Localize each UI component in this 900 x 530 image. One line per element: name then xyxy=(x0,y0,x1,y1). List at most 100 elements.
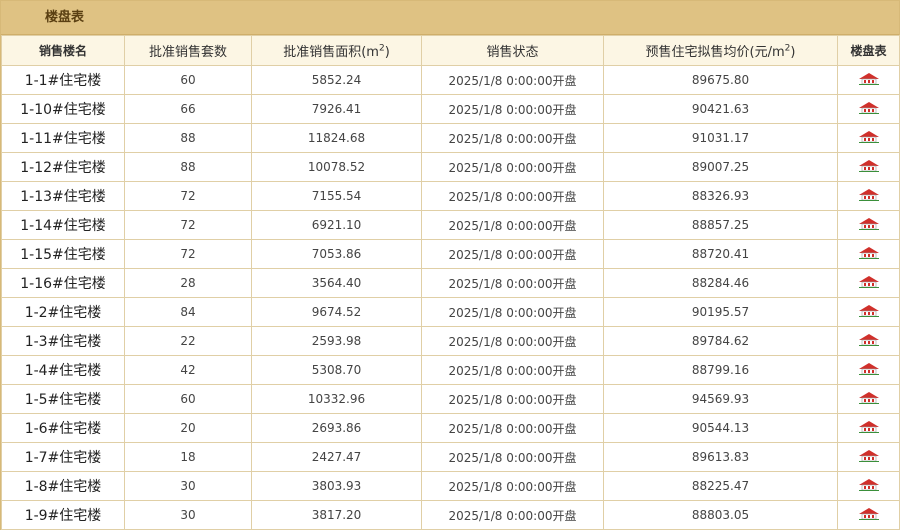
floor-plan-cell[interactable] xyxy=(837,123,900,153)
table-row: 1-5#住宅楼 60 10332.96 2025/1/8 0:00:00开盘 94569… xyxy=(1,384,900,414)
approved-area-cell: 2593.98 xyxy=(251,326,422,356)
table-row: 1-11#住宅楼 88 11824.68 2025/1/8 0:00:00开盘 9103… xyxy=(1,123,900,153)
floor-plan-cell[interactable] xyxy=(837,268,900,298)
table-row: 1-12#住宅楼 88 10078.52 2025/1/8 0:00:00开盘 8900… xyxy=(1,152,900,182)
house-icon[interactable] xyxy=(858,507,880,523)
house-icon[interactable] xyxy=(858,188,880,204)
building-name-link[interactable]: 1-16#住宅楼 xyxy=(1,268,125,298)
sales-table: 销售楼名 批准销售套数 批准销售面积(m2) 销售状态 预售住宅拟售均价(元/m… xyxy=(1,35,900,530)
avg-price-cell: 89784.62 xyxy=(603,326,838,356)
header-approved-units: 批准销售套数 xyxy=(124,35,252,66)
table-row: 1-2#住宅楼 84 9674.52 2025/1/8 0:00:00开盘 90195.… xyxy=(1,297,900,327)
avg-price-cell: 91031.17 xyxy=(603,123,838,153)
floor-plan-cell[interactable] xyxy=(837,471,900,501)
approved-area-cell: 9674.52 xyxy=(251,297,422,327)
approved-area-cell: 3564.40 xyxy=(251,268,422,298)
building-name-link[interactable]: 1-11#住宅楼 xyxy=(1,123,125,153)
floor-plan-cell[interactable] xyxy=(837,94,900,124)
building-name-link[interactable]: 1-10#住宅楼 xyxy=(1,94,125,124)
sales-status-cell: 2025/1/8 0:00:00开盘 xyxy=(421,239,604,269)
floor-plan-cell[interactable] xyxy=(837,326,900,356)
table-row: 1-16#住宅楼 28 3564.40 2025/1/8 0:00:00开盘 88284… xyxy=(1,268,900,298)
avg-price-cell: 94569.93 xyxy=(603,384,838,414)
header-floor-plan: 楼盘表 xyxy=(837,35,900,66)
building-list-panel: 楼盘表 销售楼名 批准销售套数 批准销售面积(m2) 销售状态 预售住宅拟售均价… xyxy=(0,0,900,530)
house-icon[interactable] xyxy=(858,130,880,146)
floor-plan-cell[interactable] xyxy=(837,442,900,472)
sales-status-cell: 2025/1/8 0:00:00开盘 xyxy=(421,65,604,95)
building-name-link[interactable]: 1-15#住宅楼 xyxy=(1,239,125,269)
approved-area-cell: 5852.24 xyxy=(251,65,422,95)
building-name-link[interactable]: 1-9#住宅楼 xyxy=(1,500,125,530)
approved-area-cell: 2427.47 xyxy=(251,442,422,472)
building-name-link[interactable]: 1-4#住宅楼 xyxy=(1,355,125,385)
table-body: 1-1#住宅楼 60 5852.24 2025/1/8 0:00:00开盘 89675.… xyxy=(1,65,900,530)
avg-price-cell: 89675.80 xyxy=(603,65,838,95)
header-avg-price: 预售住宅拟售均价(元/m2) xyxy=(603,35,838,66)
house-icon[interactable] xyxy=(858,333,880,349)
house-icon[interactable] xyxy=(858,217,880,233)
building-name-link[interactable]: 1-3#住宅楼 xyxy=(1,326,125,356)
approved-area-cell: 7155.54 xyxy=(251,181,422,211)
building-name-link[interactable]: 1-6#住宅楼 xyxy=(1,413,125,443)
floor-plan-cell[interactable] xyxy=(837,65,900,95)
house-icon[interactable] xyxy=(858,362,880,378)
house-icon[interactable] xyxy=(858,391,880,407)
sales-status-cell: 2025/1/8 0:00:00开盘 xyxy=(421,152,604,182)
floor-plan-cell[interactable] xyxy=(837,181,900,211)
floor-plan-cell[interactable] xyxy=(837,355,900,385)
table-row: 1-14#住宅楼 72 6921.10 2025/1/8 0:00:00开盘 88857… xyxy=(1,210,900,240)
house-icon[interactable] xyxy=(858,72,880,88)
sales-status-cell: 2025/1/8 0:00:00开盘 xyxy=(421,123,604,153)
building-name-link[interactable]: 1-5#住宅楼 xyxy=(1,384,125,414)
building-name-link[interactable]: 1-8#住宅楼 xyxy=(1,471,125,501)
table-row: 1-9#住宅楼 30 3817.20 2025/1/8 0:00:00开盘 88803.… xyxy=(1,500,900,530)
approved-units-cell: 30 xyxy=(124,471,252,501)
floor-plan-cell[interactable] xyxy=(837,384,900,414)
house-icon[interactable] xyxy=(858,159,880,175)
avg-price-cell: 88857.25 xyxy=(603,210,838,240)
panel-title: 楼盘表 xyxy=(1,1,899,35)
house-icon[interactable] xyxy=(858,101,880,117)
avg-price-cell: 90195.57 xyxy=(603,297,838,327)
sales-status-cell: 2025/1/8 0:00:00开盘 xyxy=(421,94,604,124)
floor-plan-cell[interactable] xyxy=(837,239,900,269)
floor-plan-cell[interactable] xyxy=(837,297,900,327)
header-building-name: 销售楼名 xyxy=(1,35,125,66)
header-approved-area: 批准销售面积(m2) xyxy=(251,35,422,66)
approved-area-cell: 2693.86 xyxy=(251,413,422,443)
floor-plan-cell[interactable] xyxy=(837,210,900,240)
house-icon[interactable] xyxy=(858,246,880,262)
floor-plan-cell[interactable] xyxy=(837,152,900,182)
approved-units-cell: 72 xyxy=(124,210,252,240)
house-icon[interactable] xyxy=(858,304,880,320)
approved-area-cell: 3803.93 xyxy=(251,471,422,501)
floor-plan-cell[interactable] xyxy=(837,413,900,443)
approved-units-cell: 72 xyxy=(124,239,252,269)
avg-price-cell: 88799.16 xyxy=(603,355,838,385)
table-header-row: 销售楼名 批准销售套数 批准销售面积(m2) 销售状态 预售住宅拟售均价(元/m… xyxy=(1,35,900,66)
approved-area-cell: 11824.68 xyxy=(251,123,422,153)
house-icon[interactable] xyxy=(858,275,880,291)
building-name-link[interactable]: 1-14#住宅楼 xyxy=(1,210,125,240)
avg-price-cell: 88803.05 xyxy=(603,500,838,530)
house-icon[interactable] xyxy=(858,420,880,436)
building-name-link[interactable]: 1-12#住宅楼 xyxy=(1,152,125,182)
table-row: 1-15#住宅楼 72 7053.86 2025/1/8 0:00:00开盘 88720… xyxy=(1,239,900,269)
house-icon[interactable] xyxy=(858,478,880,494)
sales-status-cell: 2025/1/8 0:00:00开盘 xyxy=(421,413,604,443)
approved-units-cell: 88 xyxy=(124,152,252,182)
building-name-link[interactable]: 1-1#住宅楼 xyxy=(1,65,125,95)
table-row: 1-13#住宅楼 72 7155.54 2025/1/8 0:00:00开盘 88326… xyxy=(1,181,900,211)
house-icon[interactable] xyxy=(858,449,880,465)
sales-status-cell: 2025/1/8 0:00:00开盘 xyxy=(421,442,604,472)
building-name-link[interactable]: 1-13#住宅楼 xyxy=(1,181,125,211)
approved-area-cell: 3817.20 xyxy=(251,500,422,530)
floor-plan-cell[interactable] xyxy=(837,500,900,530)
table-row: 1-8#住宅楼 30 3803.93 2025/1/8 0:00:00开盘 88225.… xyxy=(1,471,900,501)
building-name-link[interactable]: 1-7#住宅楼 xyxy=(1,442,125,472)
sales-status-cell: 2025/1/8 0:00:00开盘 xyxy=(421,181,604,211)
table-row: 1-6#住宅楼 20 2693.86 2025/1/8 0:00:00开盘 90544.… xyxy=(1,413,900,443)
approved-units-cell: 88 xyxy=(124,123,252,153)
building-name-link[interactable]: 1-2#住宅楼 xyxy=(1,297,125,327)
